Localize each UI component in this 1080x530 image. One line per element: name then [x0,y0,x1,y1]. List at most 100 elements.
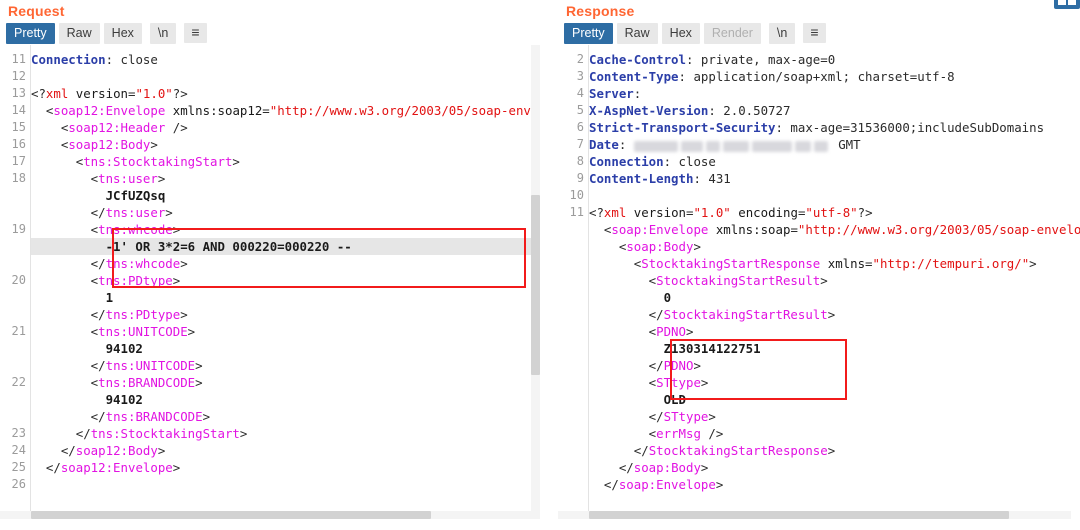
code-token: </ [31,256,106,271]
line-number: 19 [11,222,26,236]
response-code-area[interactable]: HTTP/1.1 200 OK 234567891011 Cache-Contr… [558,45,1080,519]
code-line: </soap:Body> [589,459,1080,476]
code-line: <tns:user> [31,170,538,187]
code-token: soap:Body [633,460,701,475]
code-token: tns:StocktakingStart [83,154,233,169]
code-token: : close [663,154,716,169]
response-hscrollbar[interactable] [558,511,1071,519]
code-line: </tns:user> [31,204,538,221]
code-token: > [172,460,181,475]
code-token: > [693,358,701,373]
code-token: StocktakingStartResponse [641,256,821,271]
code-token: StocktakingStartResponse [648,443,828,458]
code-line: <soap:Envelope xmlns:soap="http://www.w3… [589,221,1080,238]
code-line: 0 [589,289,1080,306]
request-code-area[interactable]: Host: www.example.com 111213141516171819… [0,45,540,519]
code-token: "http://www.w3.org/2003/05/soap-enve [269,103,539,118]
response-tab-hex[interactable]: Hex [661,22,700,44]
request-tab-hex[interactable]: Hex [103,22,142,44]
panel-splitter[interactable] [540,0,558,530]
code-token: /> [165,120,188,135]
code-token: soap12:Envelope [53,103,166,118]
code-line: <tns:whcode> [31,221,538,238]
code-token: = [865,256,873,271]
code-token: < [31,171,99,186]
request-tab-raw[interactable]: Raw [58,22,100,44]
code-token: Date [589,137,619,152]
line-number: 22 [11,375,26,389]
code-token: > [180,307,188,322]
response-tab-raw[interactable]: Raw [616,22,658,44]
response-tab-n[interactable]: \n [768,22,796,44]
request-tab-pretty[interactable]: Pretty [6,22,55,44]
line-number: 12 [11,69,26,83]
request-vscrollbar[interactable] [531,45,540,519]
response-tab-pretty[interactable]: Pretty [564,22,613,44]
code-token: > [700,460,709,475]
code-token: tns:BRANDCODE [98,375,196,390]
code-token: > [157,171,166,186]
code-line: OLD [589,391,1080,408]
code-token: > [195,375,203,390]
code-line-highlighted: -1' OR 3*2=6 AND 000220=000220 -- [31,238,531,255]
response-title: Response [566,3,635,19]
code-token: : 431 [693,171,731,186]
code-token: : max-age=31536000;includeSubDomains [775,120,1045,135]
code-token: > [239,426,248,441]
code-token: = [262,103,270,118]
http-traffic-viewer: Request PrettyRawHex\n≡ Host: www.exampl… [0,0,1080,530]
code-token: errMsg [656,426,701,441]
line-number: 5 [576,103,584,117]
code-token: </ [589,307,664,322]
line-number: 26 [11,477,26,491]
code-token: </ [31,443,76,458]
code-token: StocktakingStartResult [656,273,821,288]
code-line: </PDNO> [589,357,1080,374]
code-token: X-AspNet-Version [589,103,709,118]
code-token: < [589,375,657,390]
code-line: <STtype> [589,374,1080,391]
code-token: tns:user [105,205,166,220]
code-line: Content-Length: 431 [589,170,1080,187]
code-line: <PDNO> [589,323,1080,340]
code-token: tns:whcode [105,256,181,271]
code-line: <?xml version="1.0"?> [31,85,538,102]
request-title: Request [8,3,65,19]
code-token: version [75,86,128,101]
response-menu-icon[interactable]: ≡ [803,23,826,43]
code-line: <StocktakingStartResponse xmlns="http://… [589,255,1080,272]
code-line: </soap:Envelope> [589,476,1080,493]
code-line: </tns:UNITCODE> [31,357,538,374]
request-hscrollbar[interactable] [0,511,531,519]
request-vscroll-thumb[interactable] [531,195,540,375]
code-token: version [633,205,686,220]
response-hscroll-thumb[interactable] [589,511,1009,519]
line-number: 24 [11,443,26,457]
line-number: 20 [11,273,26,287]
line-number: 6 [576,120,584,134]
request-tab-n[interactable]: \n [149,22,177,44]
code-token: "http://tempuri.org/" [872,256,1030,271]
code-token: < [589,324,657,339]
line-number: 14 [11,103,26,117]
line-number: 10 [569,188,584,202]
code-token: soap:Body [626,239,694,254]
request-hscroll-thumb[interactable] [31,511,431,519]
window-restore-button[interactable] [1054,0,1080,9]
code-token: tns:PDtype [98,273,173,288]
request-menu-icon[interactable]: ≡ [184,23,207,43]
code-token: : [618,137,634,152]
code-token: < [589,256,642,271]
code-token: > [685,324,694,339]
code-token: tns:BRANDCODE [105,409,203,424]
line-number: 9 [576,171,584,185]
code-line: <tns:PDtype> [31,272,538,289]
code-token: tns:StocktakingStart [90,426,240,441]
response-tab-render: Render [703,22,761,44]
code-token: "utf-8" [805,205,858,220]
code-token: soap:Envelope [611,222,709,237]
code-token: </ [589,477,619,492]
code-line: <errMsg /> [589,425,1080,442]
